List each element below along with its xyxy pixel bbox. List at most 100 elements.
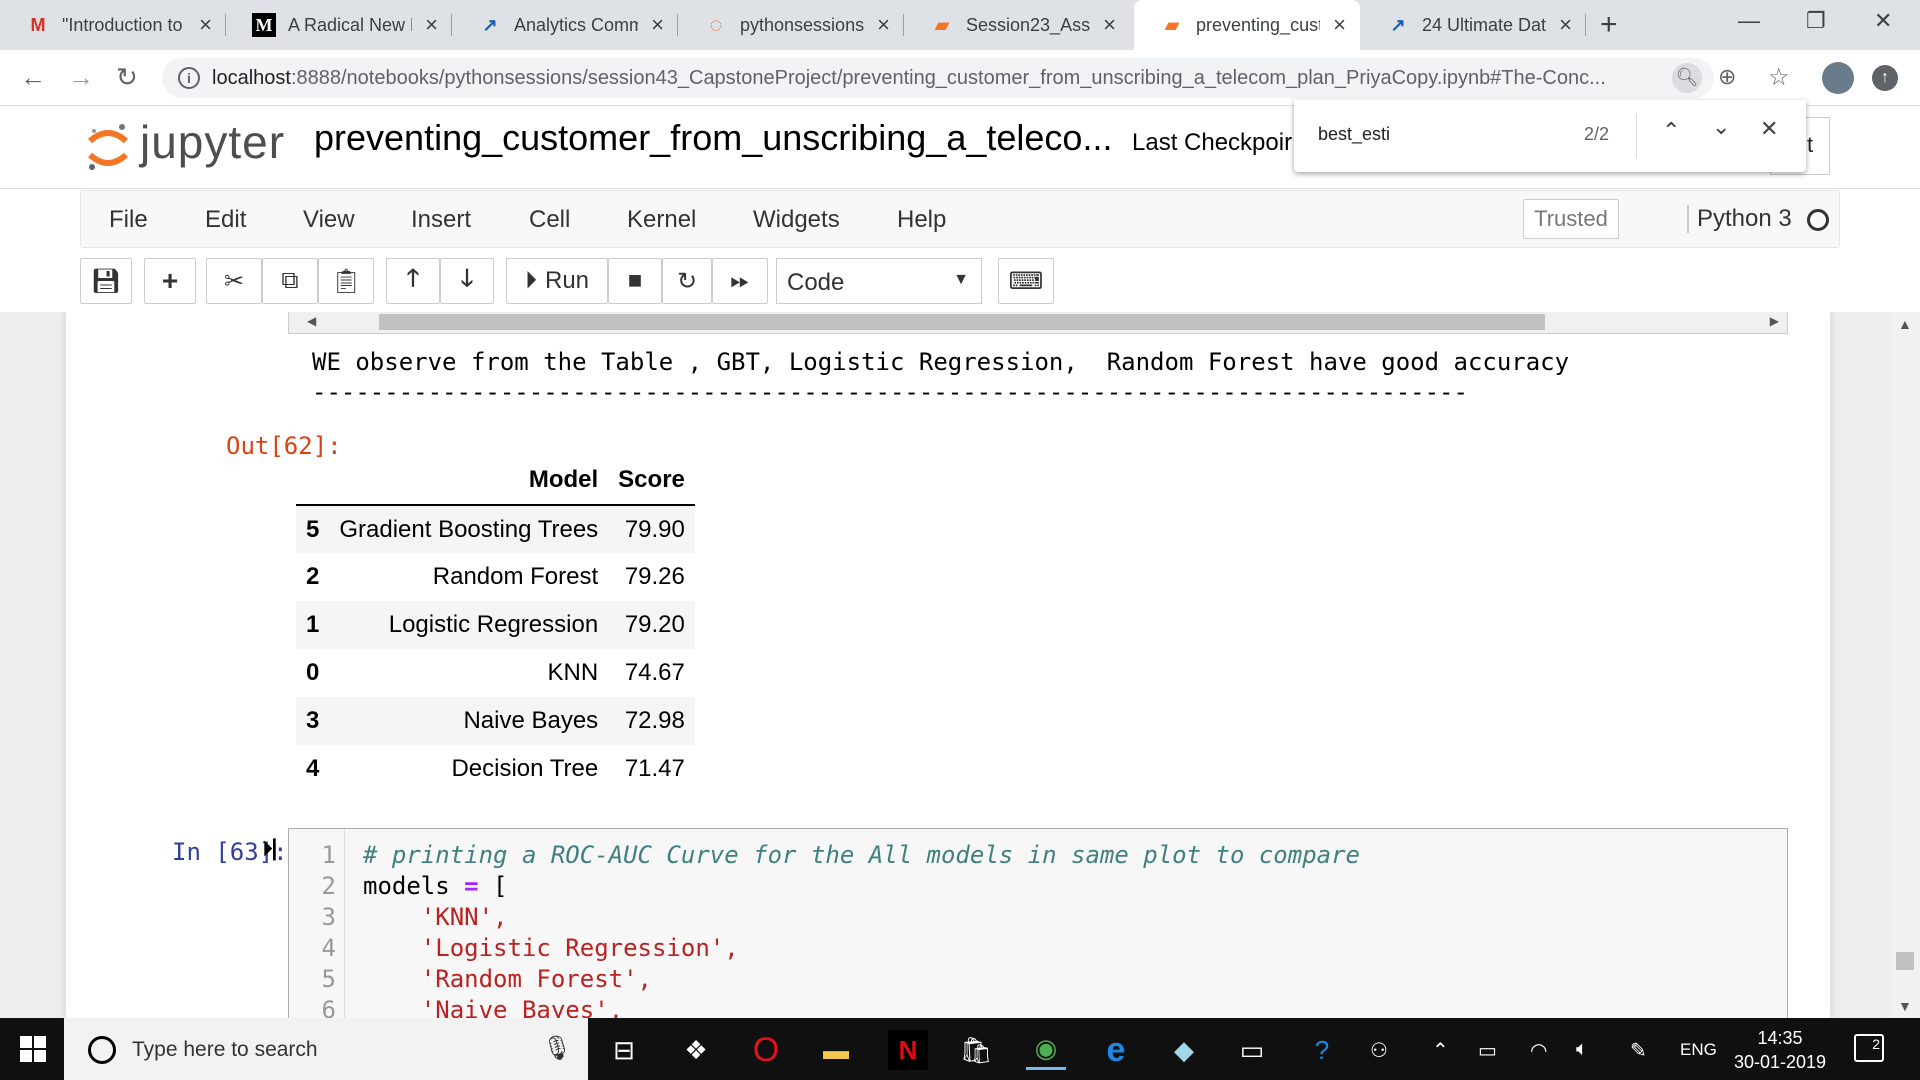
keyboard-icon[interactable]: ⌨: [998, 258, 1054, 304]
menu-widgets[interactable]: Widgets: [753, 206, 840, 234]
code-line: # printing a ROC-AUC Curve for the All m…: [363, 841, 1360, 869]
terminal-icon[interactable]: ▭: [1232, 1030, 1272, 1070]
dropdown-arrow-icon: ▼: [953, 271, 969, 288]
reload-icon[interactable]: ↻: [116, 62, 138, 93]
scroll-right-icon[interactable]: ▶: [1770, 314, 1779, 328]
close-icon[interactable]: ×: [877, 12, 890, 38]
zoom-icon[interactable]: ⊕: [1718, 64, 1736, 90]
menu-cell[interactable]: Cell: [529, 206, 570, 234]
code-line: 'Random Forest',: [363, 965, 652, 993]
chrome-icon[interactable]: ◉: [1026, 1030, 1066, 1070]
battery-icon[interactable]: ▭: [1478, 1038, 1497, 1063]
scroll-thumb[interactable]: [1896, 952, 1914, 970]
browser-tab[interactable]: ↗ Analytics Comm ×: [452, 0, 678, 50]
browser-tab[interactable]: ◌ pythonsessions/ ×: [678, 0, 904, 50]
menu-help[interactable]: Help: [897, 206, 946, 234]
menu-edit[interactable]: Edit: [205, 206, 246, 234]
cell-type-select[interactable]: Code ▼: [776, 258, 982, 304]
store-icon[interactable]: 🛍︎: [956, 1030, 996, 1070]
show-hidden-icons-chevron-icon[interactable]: ⌃: [1432, 1038, 1449, 1063]
menu-insert[interactable]: Insert: [411, 206, 471, 234]
cut-icon[interactable]: ✂: [206, 258, 262, 304]
close-icon[interactable]: ✕: [1760, 116, 1778, 142]
clock-time: 14:35: [1757, 1028, 1803, 1048]
microphone-icon[interactable]: 🎙︎: [542, 1034, 572, 1063]
vertical-scrollbar[interactable]: ▲ ▼: [1890, 312, 1920, 1018]
close-icon[interactable]: ×: [651, 12, 664, 38]
scroll-up-icon[interactable]: ▲: [1898, 316, 1912, 332]
save-icon[interactable]: 💾︎: [80, 258, 132, 304]
browser-tab[interactable]: ↗ 24 Ultimate Dat ×: [1360, 0, 1586, 50]
task-view-icon[interactable]: ⊟: [604, 1030, 644, 1070]
insert-cell-icon[interactable]: +: [144, 258, 196, 304]
code-cell-editor[interactable]: 1 2 3 4 5 6 # printing a ROC-AUC Curve f…: [288, 828, 1788, 1018]
address-bar[interactable]: i localhost:8888/notebooks/pythonsession…: [162, 58, 1714, 98]
close-icon[interactable]: ×: [1559, 12, 1572, 38]
scroll-down-icon[interactable]: ▼: [1898, 998, 1912, 1014]
file-explorer-icon[interactable]: ▬: [816, 1030, 856, 1070]
browser-tab[interactable]: ▰ Session23_Assig ×: [904, 0, 1130, 50]
bookmark-star-icon[interactable]: ☆: [1768, 63, 1790, 92]
notebook-title[interactable]: preventing_customer_from_unscribing_a_te…: [314, 117, 1112, 159]
restore-button[interactable]: ❐: [1806, 8, 1826, 34]
input-language[interactable]: ENG: [1680, 1040, 1717, 1060]
update-icon[interactable]: ↑: [1872, 65, 1898, 91]
close-icon[interactable]: ×: [1103, 12, 1116, 38]
opera-icon[interactable]: O: [746, 1030, 786, 1070]
taskbar-search[interactable]: Type here to search 🎙︎: [64, 1018, 588, 1080]
find-input[interactable]: best_esti: [1318, 124, 1390, 145]
new-tab-button[interactable]: +: [1600, 8, 1618, 42]
profile-avatar[interactable]: [1822, 62, 1854, 94]
move-up-icon[interactable]: 🡑: [386, 258, 440, 304]
fast-forward-icon[interactable]: ⏩︎: [712, 258, 768, 304]
scroll-left-icon[interactable]: ◀: [307, 314, 316, 328]
pen-icon[interactable]: ✎: [1630, 1038, 1647, 1063]
url-text[interactable]: localhost:8888/notebooks/pythonsessions/…: [212, 67, 1642, 90]
clock-date: 30-01-2019: [1733, 1052, 1827, 1072]
browser-tab[interactable]: M A Radical New N ×: [226, 0, 452, 50]
close-icon[interactable]: ×: [199, 12, 212, 38]
close-icon[interactable]: ×: [425, 12, 438, 38]
minimize-button[interactable]: —: [1738, 8, 1760, 34]
wifi-icon[interactable]: ◠: [1530, 1038, 1547, 1063]
volume-icon[interactable]: 🔈︎: [1576, 1038, 1588, 1061]
table-row: 3 Naive Bayes 72.98: [296, 697, 695, 745]
windows-start-icon[interactable]: [20, 1036, 46, 1062]
copy-icon[interactable]: ⧉: [262, 258, 318, 304]
stop-icon[interactable]: ■: [608, 258, 662, 304]
close-window-button[interactable]: ✕: [1874, 8, 1892, 34]
menu-file[interactable]: File: [109, 206, 148, 234]
menu-kernel[interactable]: Kernel: [627, 206, 696, 234]
menu-view[interactable]: View: [303, 206, 355, 234]
move-down-icon[interactable]: 🡓: [440, 258, 494, 304]
close-icon[interactable]: ×: [1333, 12, 1346, 38]
app-icon[interactable]: ◆: [1164, 1030, 1204, 1070]
system-clock[interactable]: 14:35 30-01-2019: [1720, 1026, 1840, 1074]
dropbox-icon[interactable]: ❖: [676, 1030, 716, 1070]
browser-tab[interactable]: M "Introduction to ×: [0, 0, 226, 50]
find-in-page-icon[interactable]: 🔍︎: [1672, 63, 1702, 93]
chevron-up-icon[interactable]: ⌃: [1662, 118, 1680, 144]
help-icon[interactable]: ?: [1302, 1030, 1342, 1070]
score-cell: 71.47: [624, 755, 685, 782]
restart-icon[interactable]: ↻: [662, 258, 712, 304]
browser-tab-active[interactable]: ▰ preventing_cust ×: [1134, 0, 1360, 50]
paste-icon[interactable]: 📋︎: [318, 258, 374, 304]
people-icon[interactable]: ⚇: [1370, 1038, 1388, 1063]
table-row: 2 Random Forest 79.26: [296, 553, 695, 601]
forward-icon[interactable]: →: [68, 62, 94, 93]
back-icon[interactable]: ←: [20, 62, 46, 93]
trusted-badge[interactable]: Trusted: [1523, 199, 1619, 239]
chevron-down-icon[interactable]: ⌄: [1712, 114, 1730, 140]
scroll-thumb[interactable]: [379, 314, 1545, 330]
horizontal-scrollbar[interactable]: ◀ ▶: [288, 312, 1788, 334]
notifications-icon[interactable]: 2: [1854, 1034, 1884, 1062]
info-icon[interactable]: i: [178, 67, 200, 89]
netflix-icon[interactable]: N: [888, 1030, 928, 1070]
jupyter-logo-text[interactable]: jupyter: [140, 115, 285, 169]
kernel-name[interactable]: Python 3: [1687, 205, 1792, 233]
tab-title: A Radical New N: [288, 14, 412, 35]
edge-icon[interactable]: e: [1096, 1030, 1136, 1070]
run-button[interactable]: ⏵ Run: [506, 258, 608, 304]
jupyter-logo-icon[interactable]: [86, 119, 130, 175]
